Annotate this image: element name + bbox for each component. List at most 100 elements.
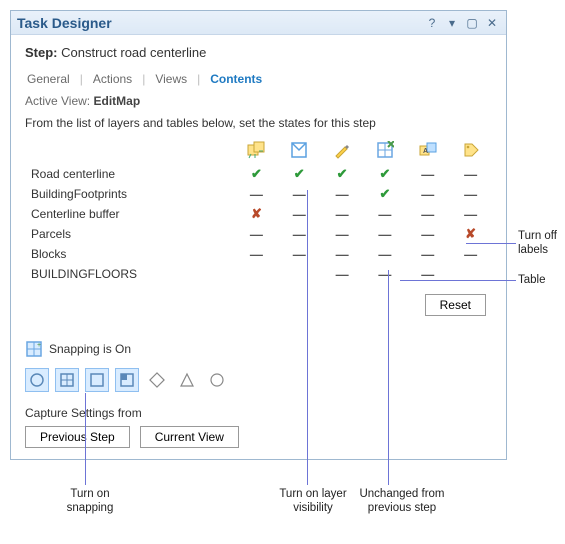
state-none-icon: —	[464, 247, 477, 262]
state-check-icon: ✔	[294, 166, 305, 181]
state-cell[interactable]: —	[406, 204, 449, 224]
state-none-icon: —	[421, 167, 434, 182]
state-cell[interactable]: —	[449, 204, 492, 224]
state-cell[interactable]: —	[363, 264, 406, 284]
layer-name: Parcels	[25, 224, 235, 244]
point-snap-button[interactable]	[25, 368, 49, 392]
state-cell[interactable]: —	[321, 204, 364, 224]
table-row: Road centerline✔✔✔✔——	[25, 164, 492, 184]
tab-general[interactable]: General	[25, 70, 72, 88]
close-icon[interactable]: ✕	[484, 15, 500, 31]
tab-contents[interactable]: Contents	[208, 70, 264, 88]
col-visible-icon	[278, 138, 321, 164]
callout-table: Table	[518, 273, 562, 287]
callout-line	[85, 393, 86, 485]
state-none-icon: —	[378, 247, 391, 262]
point-snap-icon	[28, 371, 46, 389]
state-cell[interactable]	[235, 264, 278, 284]
state-none-icon: —	[464, 167, 477, 182]
active-view-label: Active View:	[25, 94, 90, 108]
window-title: Task Designer	[17, 15, 420, 31]
state-cell[interactable]	[278, 264, 321, 284]
state-cell[interactable]: —	[363, 204, 406, 224]
state-none-icon: —	[378, 227, 391, 242]
state-cell[interactable]	[449, 264, 492, 284]
vertex-snap-button[interactable]	[175, 368, 199, 392]
snapping-header: + Snapping is On	[25, 340, 492, 358]
state-none-icon: —	[421, 247, 434, 262]
midpoint-snap-button[interactable]	[145, 368, 169, 392]
previous-step-button[interactable]: Previous Step	[25, 426, 130, 448]
state-check-icon: ✔	[379, 166, 390, 181]
edge-snap-button[interactable]	[85, 368, 109, 392]
snapping-tools	[25, 368, 492, 392]
state-cell[interactable]: —	[235, 184, 278, 204]
state-cell[interactable]: —	[406, 164, 449, 184]
table-row: Blocks——————	[25, 244, 492, 264]
state-cell[interactable]: —	[278, 244, 321, 264]
col-labels-icon: A	[406, 138, 449, 164]
table-row: Centerline buffer✘—————	[25, 204, 492, 224]
state-cell[interactable]: —	[406, 224, 449, 244]
state-cell[interactable]: —	[449, 184, 492, 204]
state-cell[interactable]: —	[235, 224, 278, 244]
state-cell[interactable]: ✔	[363, 164, 406, 184]
state-cell[interactable]: ✔	[321, 164, 364, 184]
tangent-snap-icon	[208, 371, 226, 389]
state-cell[interactable]: —	[406, 244, 449, 264]
step-label: Step:	[25, 45, 58, 60]
callout-line	[307, 190, 308, 485]
state-cell[interactable]: —	[235, 244, 278, 264]
layer-name: BUILDINGFLOORS	[25, 264, 235, 284]
header-row: A	[25, 138, 492, 164]
snapping-icon: +	[25, 340, 43, 358]
state-cell[interactable]: —	[363, 224, 406, 244]
callout-line	[466, 243, 516, 244]
reset-button[interactable]: Reset	[425, 294, 486, 316]
table-row: Parcels—————✘	[25, 224, 492, 244]
state-cell[interactable]: —	[321, 224, 364, 244]
state-cell[interactable]: ✔	[278, 164, 321, 184]
state-cell[interactable]: —	[321, 244, 364, 264]
layer-name: Road centerline	[25, 164, 235, 184]
state-cell[interactable]: ✔	[235, 164, 278, 184]
state-cell[interactable]: —	[449, 164, 492, 184]
current-view-button[interactable]: Current View	[140, 426, 239, 448]
tangent-snap-button[interactable]	[205, 368, 229, 392]
state-none-icon: —	[250, 247, 263, 262]
step-row: Step: Construct road centerline	[25, 45, 492, 60]
maximize-icon[interactable]: ▢	[464, 15, 480, 31]
state-none-icon: —	[421, 227, 434, 242]
state-cell[interactable]: —	[278, 184, 321, 204]
snapping-label: Snapping is On	[49, 342, 131, 356]
tab-views[interactable]: Views	[153, 70, 189, 88]
state-check-icon: ✔	[379, 186, 390, 201]
state-cell[interactable]: —	[278, 204, 321, 224]
state-none-icon: —	[378, 267, 391, 282]
intersection-snap-button[interactable]	[55, 368, 79, 392]
state-cell[interactable]: ✔	[363, 184, 406, 204]
state-cell[interactable]: —	[406, 264, 449, 284]
state-check-icon: ✔	[337, 166, 348, 181]
end-snap-button[interactable]	[115, 368, 139, 392]
titlebar: Task Designer ? ▾ ▢ ✕	[11, 11, 506, 35]
state-cell[interactable]: —	[363, 244, 406, 264]
state-cell[interactable]: —	[278, 224, 321, 244]
callout-turn-off-labels: Turn offlabels	[518, 229, 564, 258]
tab-actions[interactable]: Actions	[91, 70, 134, 88]
state-cell[interactable]: —	[449, 244, 492, 264]
state-xmark-icon: ✘	[251, 206, 262, 221]
col-selectable-icon	[235, 138, 278, 164]
state-xmark-icon: ✘	[465, 226, 476, 241]
intersection-snap-icon	[58, 371, 76, 389]
help-icon[interactable]: ?	[424, 15, 440, 31]
state-none-icon: —	[336, 187, 349, 202]
state-cell[interactable]: ✘	[449, 224, 492, 244]
state-none-icon: —	[293, 207, 306, 222]
state-cell[interactable]: ✘	[235, 204, 278, 224]
state-cell[interactable]: —	[321, 184, 364, 204]
state-cell[interactable]: —	[321, 264, 364, 284]
active-view-row: Active View: EditMap	[25, 94, 492, 108]
dropdown-icon[interactable]: ▾	[444, 15, 460, 31]
state-cell[interactable]: —	[406, 184, 449, 204]
